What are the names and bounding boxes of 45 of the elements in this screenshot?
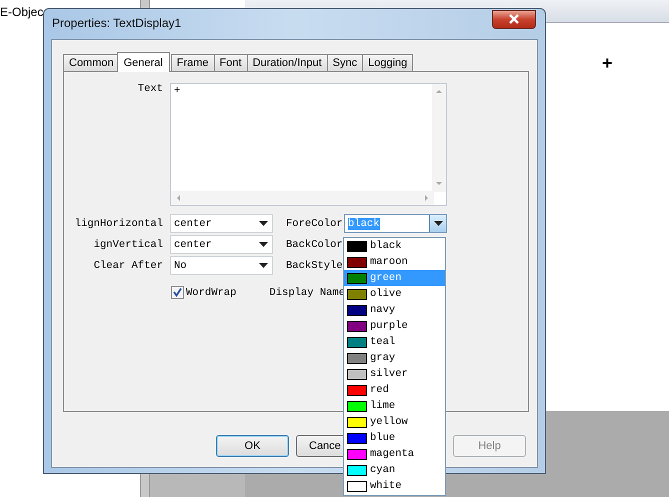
wordwrap-checkbox[interactable]: WordWrap (171, 286, 236, 299)
color-option[interactable]: teal (344, 334, 445, 350)
color-option[interactable]: purple (344, 318, 445, 334)
color-option[interactable]: yellow (344, 414, 445, 430)
field-label: BackColor (286, 238, 342, 250)
color-option[interactable]: olive (344, 286, 445, 302)
tab[interactable]: Frame (170, 54, 215, 71)
caret-icon (259, 242, 268, 247)
caret-icon (434, 221, 442, 226)
field-label: BackStyle (286, 260, 342, 272)
text-area[interactable]: + (170, 83, 447, 206)
tab[interactable]: Logging (362, 54, 414, 71)
canvas-text: + (602, 53, 613, 74)
color-option[interactable]: cyan (344, 462, 445, 478)
color-option[interactable]: maroon (344, 254, 445, 270)
close-icon (508, 14, 520, 24)
tab[interactable]: General (116, 52, 170, 72)
color-option[interactable]: navy (344, 302, 445, 318)
dropdown-field[interactable]: center (170, 235, 273, 254)
color-option[interactable]: gray (344, 350, 445, 366)
color-option[interactable]: silver (344, 366, 445, 382)
window-title: Properties: TextDisplay1 (52, 16, 182, 30)
close-button[interactable] (492, 10, 536, 28)
color-option[interactable]: white (344, 478, 445, 494)
tab[interactable]: Sync (326, 54, 364, 71)
color-option[interactable]: lime (344, 398, 445, 414)
color-option[interactable]: black (344, 238, 445, 254)
field-label: ignVertical (92, 238, 163, 250)
panel-label: E-Objec (0, 5, 44, 19)
field-label: Text (136, 83, 163, 95)
tab[interactable]: Font (214, 54, 248, 71)
field-label: ForeColor (286, 218, 342, 230)
dialog-button[interactable]: OK (216, 435, 289, 457)
field-label: lignHorizontal (74, 218, 163, 230)
caret-icon (259, 221, 268, 226)
dropdown-field[interactable]: center (170, 214, 273, 233)
tab[interactable]: Duration/Input (246, 54, 328, 71)
color-option[interactable]: red (344, 382, 445, 398)
dropdown-field[interactable]: No (170, 256, 273, 275)
checkmark-icon (172, 287, 183, 298)
vertical-scrollbar[interactable] (432, 84, 446, 192)
horizontal-scrollbar[interactable] (171, 191, 434, 205)
tab[interactable]: Common (63, 54, 120, 71)
field-label: Clear After (92, 260, 163, 272)
caret-icon (259, 263, 268, 268)
